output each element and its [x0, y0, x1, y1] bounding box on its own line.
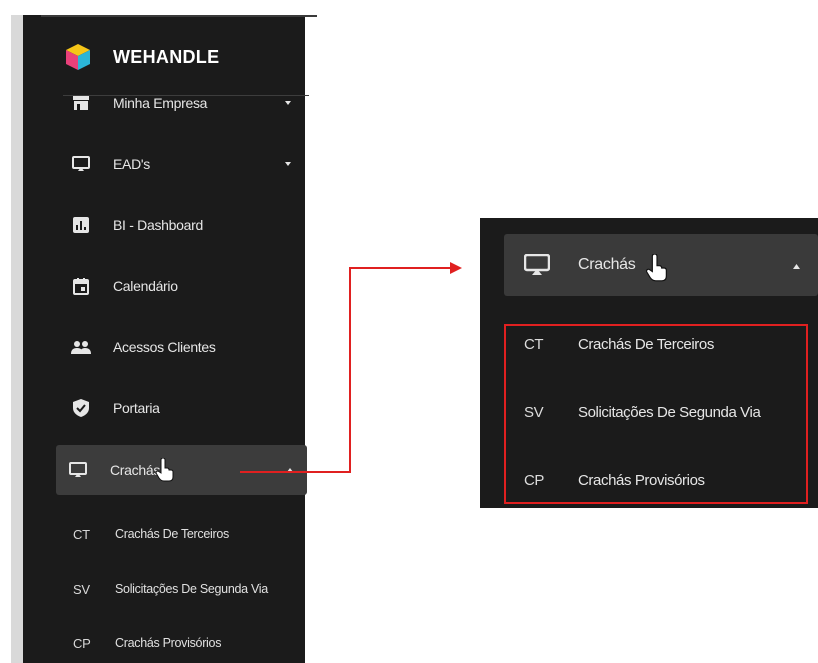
screenshot-root: WEHANDLE Minha Empresa EAD's BI - Dashbo… — [0, 0, 818, 663]
connector-arrow — [240, 262, 462, 473]
arrowhead-icon — [450, 262, 462, 274]
